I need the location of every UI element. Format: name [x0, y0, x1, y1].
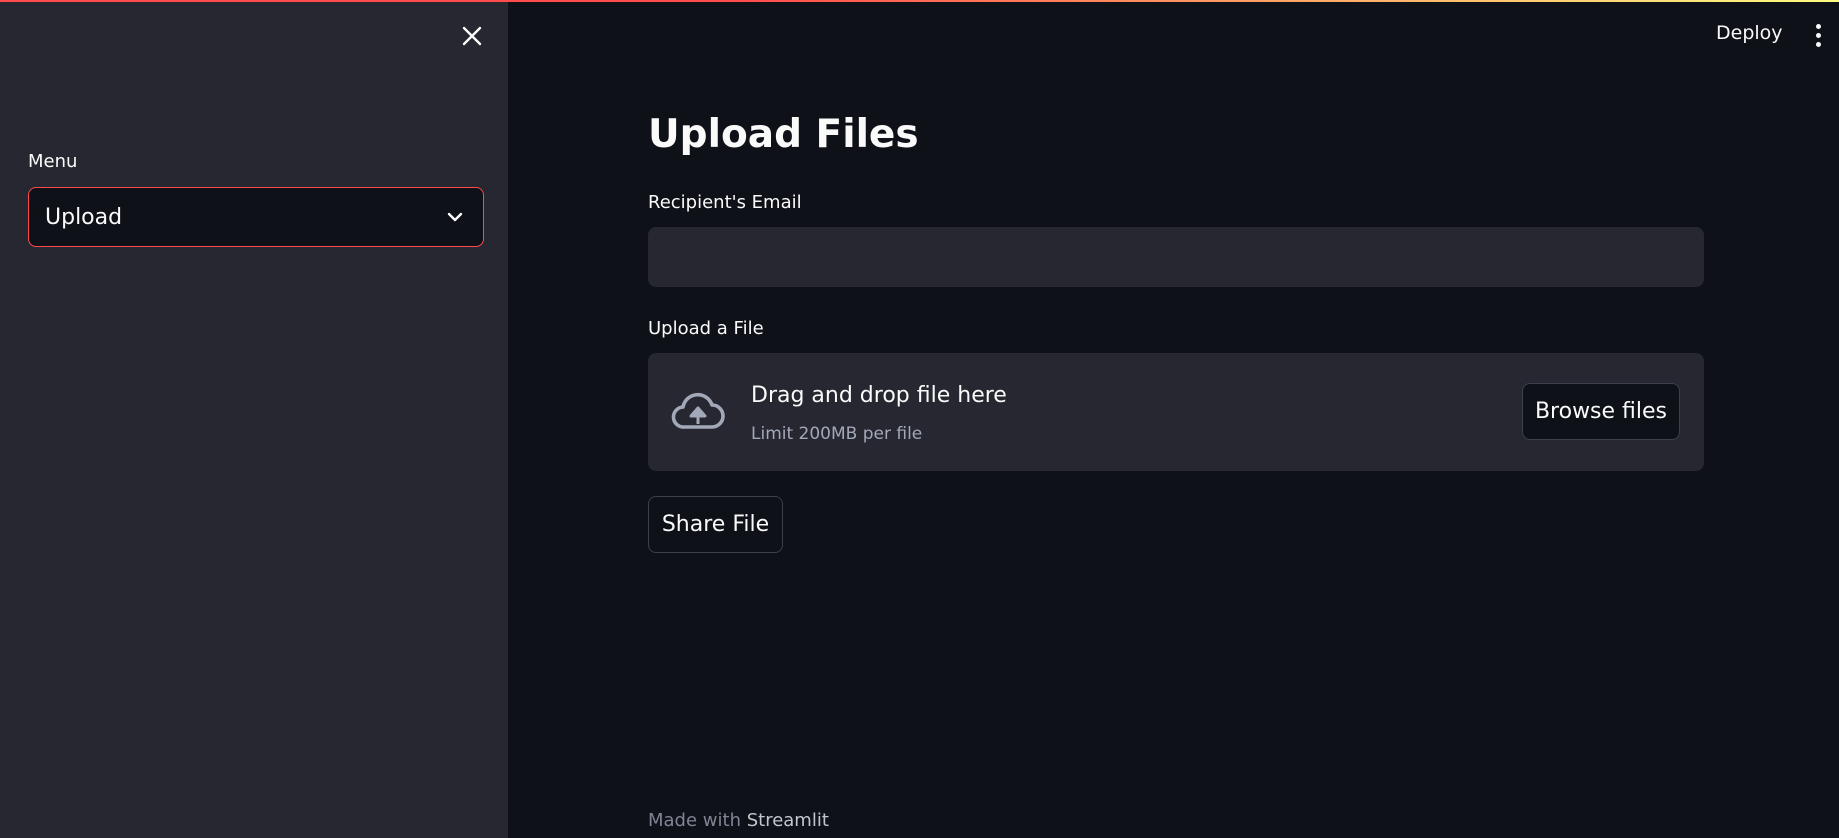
footer: Made with Streamlit	[648, 810, 829, 831]
cloud-upload-icon	[671, 392, 725, 429]
menu-label: Menu	[28, 151, 78, 172]
streamlit-link[interactable]: Streamlit	[747, 810, 829, 831]
close-icon	[462, 26, 482, 46]
menu-select-value: Upload	[45, 204, 123, 230]
more-vertical-icon-dot	[1815, 41, 1821, 47]
main-menu-button[interactable]	[1808, 20, 1828, 50]
browse-files-button[interactable]: Browse files	[1522, 383, 1680, 440]
chevron-down-icon	[443, 205, 467, 229]
page-title: Upload Files	[648, 112, 919, 157]
close-sidebar-button[interactable]	[458, 22, 486, 50]
app-root: Menu Upload Deploy Upload Files Recipien…	[0, 0, 1839, 838]
menu-select[interactable]: Upload	[28, 187, 484, 247]
file-dropzone[interactable]: Drag and drop file here Limit 200MB per …	[648, 353, 1704, 471]
dropzone-title: Drag and drop file here	[751, 383, 1007, 408]
email-field[interactable]	[648, 227, 1704, 287]
more-vertical-icon-dot	[1815, 32, 1821, 38]
footer-prefix: Made with	[648, 810, 741, 831]
sidebar: Menu Upload	[0, 0, 508, 838]
upload-label: Upload a File	[648, 318, 764, 339]
dropzone-limit: Limit 200MB per file	[751, 424, 923, 444]
deploy-button[interactable]: Deploy	[1716, 22, 1783, 44]
share-file-button[interactable]: Share File	[648, 496, 783, 553]
top-decoration-bar	[0, 0, 1839, 2]
email-label: Recipient's Email	[648, 192, 802, 213]
more-vertical-icon-dot	[1815, 23, 1821, 29]
